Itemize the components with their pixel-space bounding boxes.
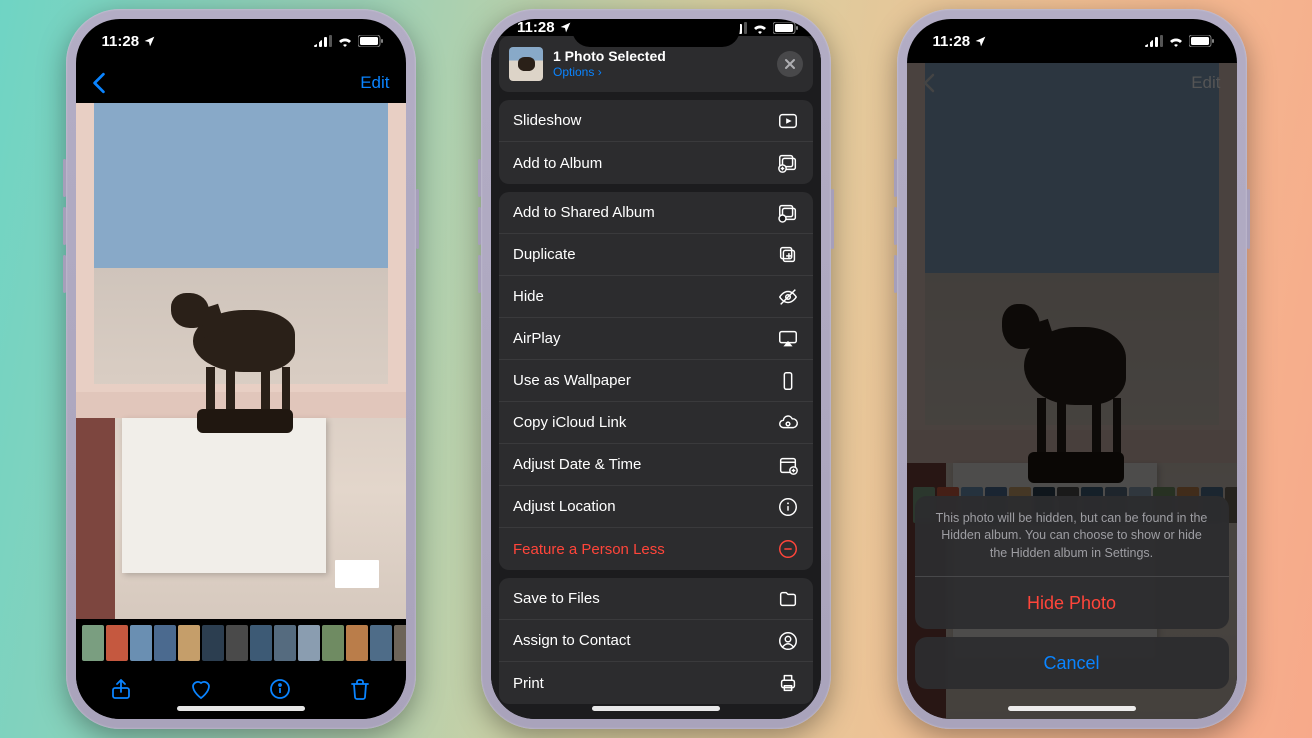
share-icon[interactable]: [109, 677, 133, 701]
action-label: Assign to Contact: [513, 632, 631, 649]
folder-icon: [777, 588, 799, 610]
battery-icon: [1189, 35, 1215, 47]
status-time: 11:28: [102, 33, 140, 50]
shared-album-icon: [777, 202, 799, 224]
share-action-hide[interactable]: Hide: [499, 276, 813, 318]
back-chevron-icon: [923, 73, 935, 93]
share-action-airplay[interactable]: AirPlay: [499, 318, 813, 360]
photo-nav-bar: Edit: [76, 63, 406, 103]
notch: [988, 19, 1156, 47]
photo-toolbar: [76, 667, 406, 719]
info-icon[interactable]: [268, 677, 292, 701]
home-indicator[interactable]: [1008, 706, 1136, 711]
action-label: Add to Shared Album: [513, 204, 655, 221]
calendar-plus-icon: [777, 454, 799, 476]
battery-icon: [773, 22, 799, 34]
photo-viewport[interactable]: [76, 103, 406, 619]
thumbnail[interactable]: [322, 625, 344, 661]
location-arrow-icon: [143, 35, 156, 48]
action-label: Save to Files: [513, 590, 600, 607]
cancel-button[interactable]: Cancel: [915, 637, 1229, 689]
play-rect-icon: [777, 110, 799, 132]
thumbnail-strip[interactable]: [76, 619, 406, 667]
album-plus-icon: [777, 152, 799, 174]
thumbnail[interactable]: [250, 625, 272, 661]
edit-dimmed: Edit: [1191, 73, 1220, 93]
printer-icon: [777, 672, 799, 694]
share-action-adjust-date-time[interactable]: Adjust Date & Time: [499, 444, 813, 486]
options-link[interactable]: Options ›: [553, 65, 767, 79]
wifi-icon: [1168, 35, 1184, 47]
share-action-use-as-wallpaper[interactable]: Use as Wallpaper: [499, 360, 813, 402]
selection-thumbnail: [509, 47, 543, 81]
action-label: AirPlay: [513, 330, 561, 347]
iphone-3: 11:28 Edit This: [897, 9, 1247, 729]
thumbnail[interactable]: [346, 625, 368, 661]
status-time: 11:28: [933, 33, 971, 50]
thumbnail[interactable]: [226, 625, 248, 661]
duplicate-icon: [777, 244, 799, 266]
thumbnail[interactable]: [154, 625, 176, 661]
thumbnail[interactable]: [274, 625, 296, 661]
trash-icon[interactable]: [348, 677, 372, 701]
home-indicator[interactable]: [177, 706, 305, 711]
status-time: 11:28: [517, 19, 555, 36]
action-label: Add to Album: [513, 155, 602, 172]
info-circle-icon: [777, 496, 799, 518]
thumbnail[interactable]: [82, 625, 104, 661]
cloud-link-icon: [777, 412, 799, 434]
battery-icon: [358, 35, 384, 47]
thumbnail[interactable]: [106, 625, 128, 661]
share-action-add-to-album[interactable]: Add to Album: [499, 142, 813, 184]
thumbnail[interactable]: [298, 625, 320, 661]
action-label: Copy iCloud Link: [513, 414, 626, 431]
selection-title: 1 Photo Selected: [553, 48, 767, 65]
iphone-1: 11:28 Edit: [66, 9, 416, 729]
share-action-duplicate[interactable]: Duplicate: [499, 234, 813, 276]
share-action-feature-a-person-less[interactable]: Feature a Person Less: [499, 528, 813, 570]
hide-photo-button[interactable]: Hide Photo: [915, 577, 1229, 629]
thumbnail[interactable]: [394, 625, 406, 661]
share-action-slideshow[interactable]: Slideshow: [499, 100, 813, 142]
action-label: Print: [513, 675, 544, 692]
airplay-icon: [777, 328, 799, 350]
action-sheet-message: This photo will be hidden, but can be fo…: [915, 496, 1229, 578]
share-action-print[interactable]: Print: [499, 662, 813, 704]
action-label: Adjust Date & Time: [513, 456, 641, 473]
thumbnail[interactable]: [178, 625, 200, 661]
wifi-icon: [752, 22, 768, 34]
back-chevron-icon[interactable]: [92, 72, 106, 94]
person-circle-icon: [777, 630, 799, 652]
location-arrow-icon: [559, 21, 572, 34]
thumbnail[interactable]: [130, 625, 152, 661]
thumbnail[interactable]: [370, 625, 392, 661]
action-label: Adjust Location: [513, 498, 616, 515]
minus-circle-icon: [777, 538, 799, 560]
home-indicator[interactable]: [592, 706, 720, 711]
action-label: Duplicate: [513, 246, 576, 263]
action-label: Use as Wallpaper: [513, 372, 631, 389]
notch: [572, 19, 740, 47]
eye-slash-icon: [777, 286, 799, 308]
thumbnail[interactable]: [202, 625, 224, 661]
close-button[interactable]: [777, 51, 803, 77]
share-action-copy-icloud-link[interactable]: Copy iCloud Link: [499, 402, 813, 444]
share-actions-list[interactable]: Slideshow Add to Album Add to Shared Album…: [491, 92, 821, 719]
action-label: Slideshow: [513, 112, 581, 129]
share-action-adjust-location[interactable]: Adjust Location: [499, 486, 813, 528]
dimmed-nav: Edit: [907, 63, 1237, 103]
phone-rect-icon: [777, 370, 799, 392]
notch: [157, 19, 325, 47]
share-action-save-to-files[interactable]: Save to Files: [499, 578, 813, 620]
action-label: Feature a Person Less: [513, 541, 665, 558]
edit-button[interactable]: Edit: [360, 73, 389, 93]
location-arrow-icon: [974, 35, 987, 48]
share-action-add-to-shared-album[interactable]: Add to Shared Album: [499, 192, 813, 234]
action-sheet: This photo will be hidden, but can be fo…: [915, 496, 1229, 698]
heart-icon[interactable]: [189, 677, 213, 701]
share-action-assign-to-contact[interactable]: Assign to Contact: [499, 620, 813, 662]
action-label: Hide: [513, 288, 544, 305]
wifi-icon: [337, 35, 353, 47]
iphone-2: 11:28 1 Photo Selected Options › Slid: [481, 9, 831, 729]
